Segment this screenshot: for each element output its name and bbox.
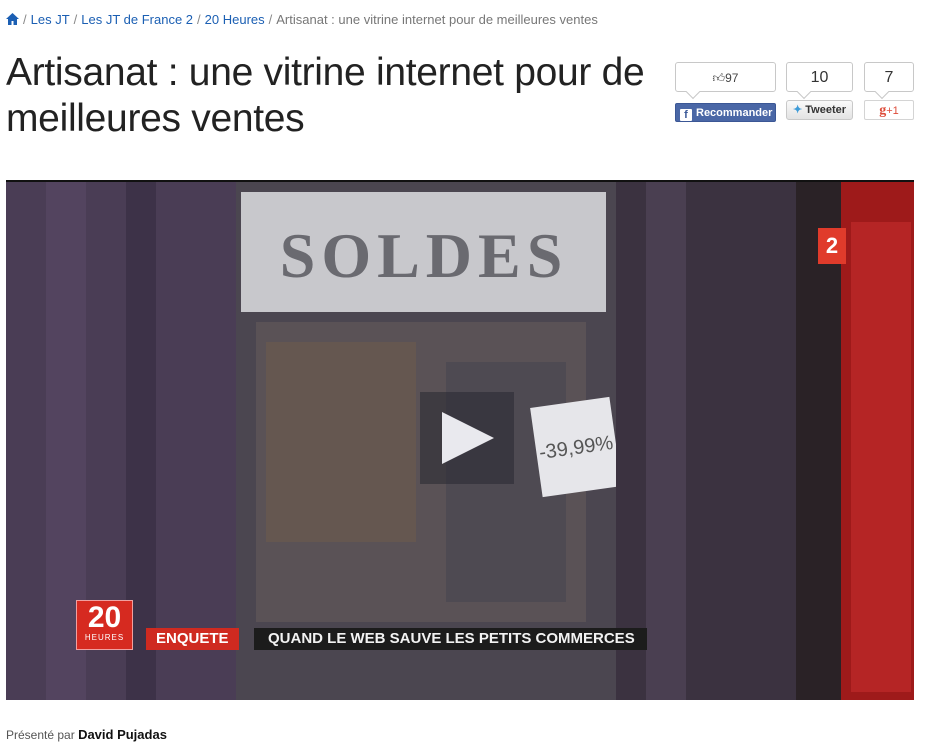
recommend-label: Recommander: [696, 107, 773, 119]
video-player[interactable]: SOLDES -39,99% 2 20 HEURES ENQUETE QUAND …: [6, 180, 914, 700]
breadcrumb-link-jt-france2[interactable]: Les JT de France 2: [81, 12, 193, 27]
presenter-name: David Pujadas: [78, 727, 167, 742]
recommend-button[interactable]: f Recommander: [675, 103, 776, 122]
breadcrumb: / Les JT / Les JT de France 2/20 Heures / Art…: [6, 12, 598, 28]
video-headline: QUAND LE WEB SAUVE LES PETITS COMMERCES: [254, 628, 647, 650]
show-logo-number: 20: [87, 601, 122, 634]
show-logo: 20 HEURES: [76, 600, 133, 650]
gplus-share: 7 g+1: [864, 62, 914, 120]
breadcrumb-link-les-jt[interactable]: Les JT: [31, 12, 70, 27]
twitter-count-bubble: 10: [786, 62, 853, 92]
facebook-share: 👍︎97 f Recommander: [675, 62, 776, 122]
play-button[interactable]: [420, 392, 514, 484]
page-title: Artisanat : une vitrine internet pour de…: [6, 51, 645, 140]
gplus-count-bubble: 7: [864, 62, 914, 92]
twitter-count: 10: [810, 69, 829, 86]
home-icon[interactable]: [6, 13, 19, 28]
presenter-credit: Présenté par David Pujadas: [6, 727, 167, 742]
shop-sign-text: SOLDES: [280, 220, 569, 291]
gplus-count: 7: [884, 69, 894, 86]
gplus-label: +1: [886, 105, 899, 117]
facebook-count-bubble: 👍︎97: [675, 62, 776, 92]
twitter-bird-icon: ✦: [792, 104, 803, 116]
breadcrumb-link-20-heures[interactable]: 20 Heures: [205, 12, 265, 27]
twitter-share: 10 ✦ Tweeter: [786, 62, 853, 120]
report-tag: ENQUETE: [146, 628, 239, 650]
channel-logo: 2: [818, 228, 846, 264]
gplus-button[interactable]: g+1: [864, 100, 914, 120]
tweet-button[interactable]: ✦ Tweeter: [786, 100, 853, 120]
presenter-prefix: Présenté par: [6, 728, 75, 742]
facebook-icon: f: [680, 109, 692, 121]
facebook-count: 97: [725, 71, 739, 85]
show-logo-sub: HEURES: [84, 633, 125, 642]
tweet-label: Tweeter: [805, 104, 847, 116]
thumbs-up-icon: 👍︎: [712, 71, 726, 85]
breadcrumb-current: Artisanat : une vitrine internet pour de…: [276, 12, 598, 27]
